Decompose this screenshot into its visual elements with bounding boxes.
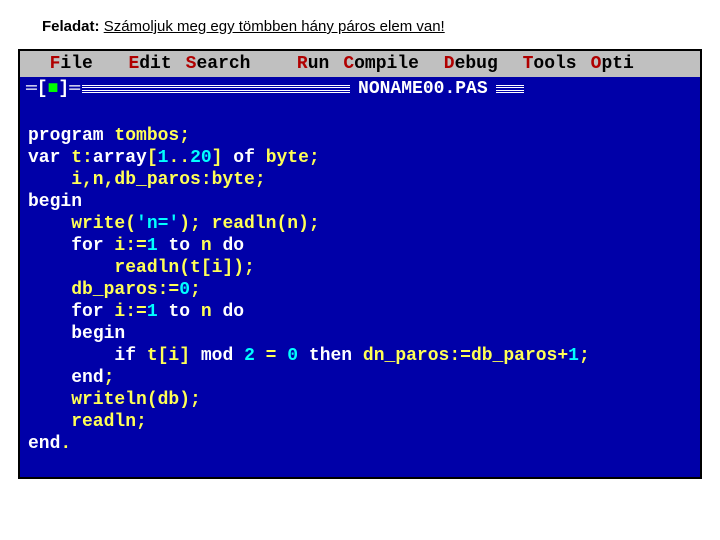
menu-hotkey: C <box>343 54 354 74</box>
menu-tools[interactable]: Tools <box>512 54 591 74</box>
window-titlebar: ═[■]═ NONAME00.PAS <box>20 77 700 101</box>
menu-hotkey: F <box>50 54 61 74</box>
code-line: begin <box>28 324 125 344</box>
menu-debug[interactable]: Debug <box>433 54 512 74</box>
code-line: write('n='); readln(n); <box>28 214 320 234</box>
menu-edit[interactable]: Edit <box>107 54 186 74</box>
title-divider <box>82 85 350 93</box>
code-line: if t[i] mod 2 = 0 then dn_paros:=db_paro… <box>28 346 590 366</box>
task-text: Számoljuk meg egy tömbben hány páros ele… <box>104 18 445 35</box>
menu-options[interactable]: Opti <box>591 54 648 74</box>
code-line: var t:array[1..20] of byte; <box>28 148 320 168</box>
menu-compile[interactable]: Compile <box>343 54 433 74</box>
menu-search[interactable]: Search <box>186 54 265 74</box>
menu-hotkey: S <box>186 54 197 74</box>
task-line: Feladat: Számoljuk meg egy tömbben hány … <box>0 0 720 49</box>
filename-label: NONAME00.PAS <box>352 79 494 99</box>
menu-run[interactable]: Run <box>264 54 343 74</box>
close-icon: ■ <box>48 79 59 99</box>
code-line: readln; <box>28 412 147 432</box>
code-line: readln(t[i]); <box>28 258 255 278</box>
code-line: i,n,db_paros:byte; <box>28 170 266 190</box>
menu-file[interactable]: File <box>28 54 107 74</box>
menu-hotkey: O <box>591 54 602 74</box>
code-editor[interactable]: program tombos; var t:array[1..20] of by… <box>20 101 700 463</box>
code-line: program tombos; <box>28 126 190 146</box>
menu-hotkey: E <box>128 54 139 74</box>
menu-hotkey: T <box>523 54 534 74</box>
task-prefix: Feladat: <box>42 18 100 35</box>
close-control[interactable]: ═[■]═ <box>26 79 80 99</box>
code-line: db_paros:=0; <box>28 280 201 300</box>
code-line: for i:=1 to n do <box>28 302 244 322</box>
ide-frame: File Edit Search Run Compile Debug Tools… <box>18 49 702 479</box>
title-divider <box>496 85 524 93</box>
code-line: end. <box>28 434 71 454</box>
code-line: writeln(db); <box>28 390 201 410</box>
code-line: for i:=1 to n do <box>28 236 244 256</box>
code-line: begin <box>28 192 82 212</box>
code-line: end; <box>28 368 114 388</box>
menu-hotkey: D <box>444 54 455 74</box>
menu-hotkey: R <box>297 54 308 74</box>
menu-bar: File Edit Search Run Compile Debug Tools… <box>20 51 700 77</box>
